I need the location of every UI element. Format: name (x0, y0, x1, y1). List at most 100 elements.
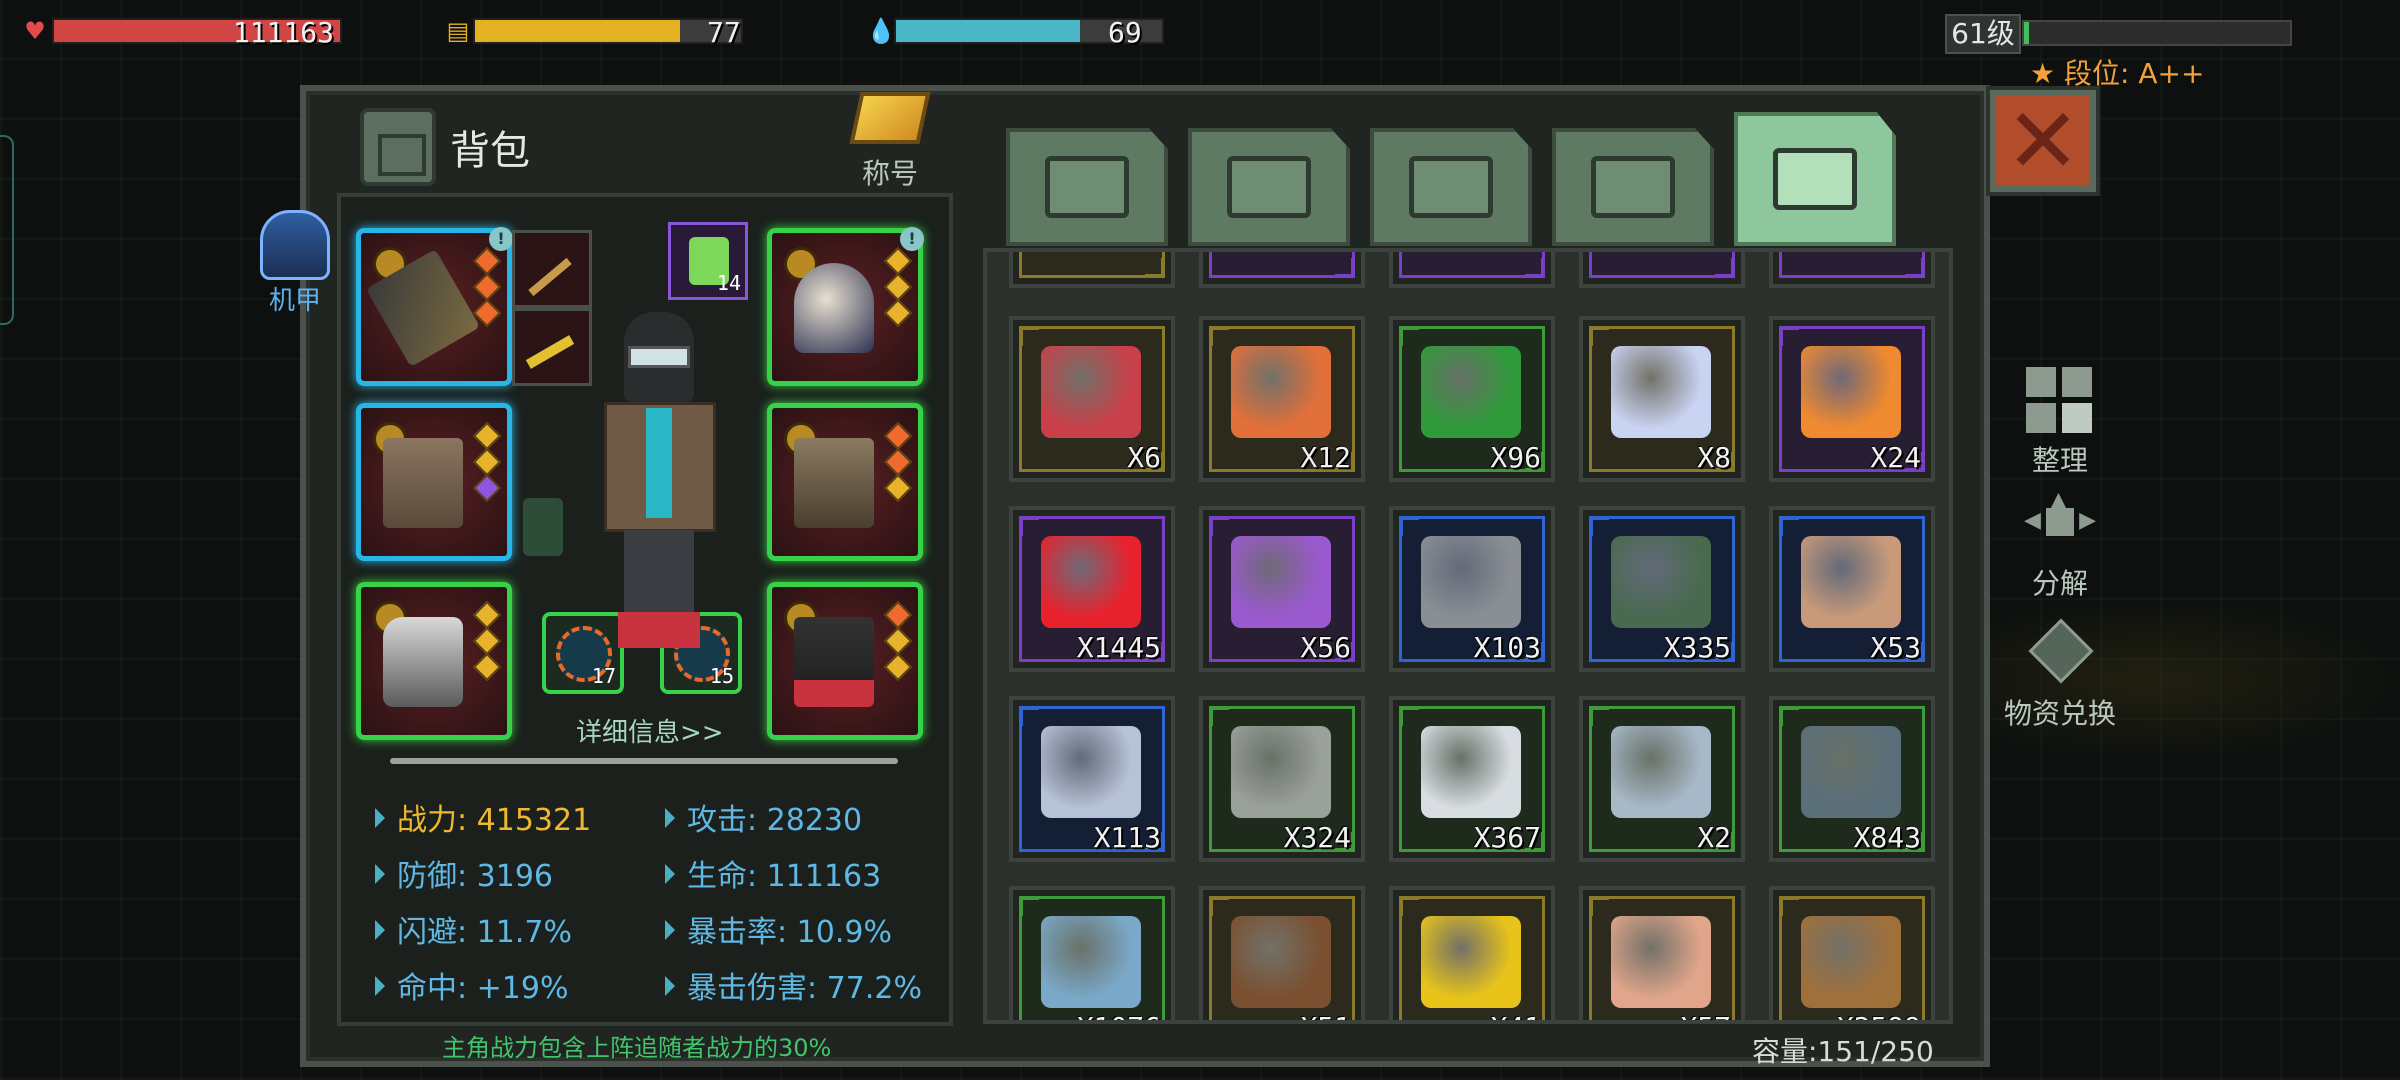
item-quantity: X41 (1490, 1011, 1541, 1020)
inventory-slot-partial[interactable] (1009, 252, 1175, 288)
inventory-slot[interactable]: X56 (1199, 506, 1365, 672)
inventory-slot-partial[interactable] (1579, 252, 1745, 288)
left-drawer-tab[interactable] (0, 135, 14, 325)
item-quantity: X53 (1870, 631, 1921, 664)
tab-backpack[interactable] (1006, 128, 1168, 246)
sub-weapon-slot-2[interactable] (512, 308, 592, 386)
capacity-label: 容量:151/250 (1752, 1035, 1934, 1068)
medkit-icon (1227, 156, 1311, 218)
inventory-slot[interactable]: X1076 (1009, 886, 1175, 1020)
item-quantity: X335 (1663, 631, 1731, 664)
tab-armor[interactable] (1370, 128, 1532, 246)
sort-button[interactable]: 整理 (2000, 365, 2120, 479)
tab-weapons[interactable] (1552, 128, 1714, 246)
adhesive-icon (1041, 726, 1141, 818)
tab-materials[interactable] (1734, 112, 1896, 246)
stat-defense: 防御: 3196 (375, 851, 553, 895)
gem-sockets (472, 421, 502, 503)
level-badge: 61级 (1945, 14, 2021, 54)
equip-slot-pants[interactable] (767, 582, 923, 740)
backpack-icon (360, 108, 436, 186)
inventory-slot[interactable]: X12 (1199, 316, 1365, 482)
inventory-slot[interactable]: X3599 (1769, 886, 1935, 1020)
close-button[interactable]: ✕ (1986, 86, 2100, 196)
device-icon (1041, 346, 1141, 438)
item-quantity: X3599 (1837, 1011, 1921, 1020)
stat-crit-damage: 暴击伤害: 77.2% (665, 963, 922, 1007)
accessory-count-1: 17 (591, 664, 616, 688)
detail-info-link[interactable]: 详细信息>> (576, 712, 724, 749)
oil-can-icon (1421, 916, 1521, 1008)
inventory-slot[interactable]: X51 (1199, 886, 1365, 1020)
sub-weapon-slot-1[interactable] (512, 230, 592, 308)
candy-icon (1801, 346, 1901, 438)
wrench-icon (1773, 148, 1857, 210)
gadget-slot[interactable]: 14 (668, 222, 748, 300)
gem-sockets (883, 246, 913, 328)
inventory-slot[interactable]: X843 (1769, 696, 1935, 862)
item-quantity: X113 (1093, 821, 1161, 854)
inventory-slot[interactable]: X113 (1009, 696, 1175, 862)
item-quantity: X51 (1300, 1011, 1351, 1020)
item-quantity: X6 (1127, 441, 1161, 474)
inventory-slot-partial[interactable] (1389, 252, 1555, 288)
item-quantity: X56 (1300, 631, 1351, 664)
item-quantity: X843 (1853, 821, 1921, 854)
equip-slot-vest[interactable] (356, 403, 512, 561)
item-quantity: X12 (1300, 441, 1351, 474)
inventory-slot[interactable]: X53 (1769, 506, 1935, 672)
inventory-slot[interactable]: X367 (1389, 696, 1555, 862)
wood-icon (1801, 916, 1901, 1008)
inventory-slot[interactable]: X24 (1769, 316, 1935, 482)
water-fill (896, 20, 1080, 42)
inventory-slot[interactable]: X335 (1579, 506, 1745, 672)
tab-medical[interactable] (1188, 128, 1350, 246)
gem-sockets (472, 246, 502, 328)
equip-slot-weapon[interactable]: ! (356, 227, 513, 386)
inventory-slot-partial[interactable] (1199, 252, 1365, 288)
stat-power: 战力: 415321 (375, 795, 591, 839)
inventory-slot[interactable]: X1445 (1009, 506, 1175, 672)
cloth-icon (1041, 916, 1141, 1008)
rank-text: 段位: A++ (2064, 57, 2205, 90)
inventory-grid[interactable]: X6 X12 X96 X8 X24 X1445 X56 X103 X335 X53 X113 X324… (983, 248, 1953, 1024)
item-quantity: X8 (1697, 441, 1731, 474)
equip-slot-helmet[interactable]: ! (767, 227, 924, 386)
water-value: 69 (1108, 16, 1142, 49)
close-icon: ✕ (2005, 88, 2081, 194)
inventory-slot[interactable]: X2 (1579, 696, 1745, 862)
gem-sockets (472, 600, 502, 682)
inventory-slot[interactable]: X324 (1199, 696, 1365, 862)
title-badge-button[interactable]: 称号 (840, 92, 940, 192)
inventory-slot[interactable]: X57 (1579, 886, 1745, 1020)
title-badge-label: 称号 (861, 157, 918, 190)
inventory-slot[interactable]: X6 (1009, 316, 1175, 482)
star-icon: ★ (2030, 57, 2056, 90)
equip-slot-shoes[interactable] (356, 582, 512, 740)
item-quantity: X103 (1473, 631, 1541, 664)
mech-button[interactable]: 机甲 (250, 210, 340, 320)
gem-sockets (883, 600, 913, 682)
pants-icon (794, 617, 874, 707)
bolt-icon (1231, 726, 1331, 818)
inventory-slot[interactable]: X96 (1389, 316, 1555, 482)
inventory-slot[interactable]: X103 (1389, 506, 1555, 672)
exchange-button[interactable]: 物资兑换 (1990, 618, 2130, 732)
power-footnote: 主角战力包含上阵追随者战力的30% (442, 1034, 832, 1062)
inventory-slot[interactable]: X41 (1389, 886, 1555, 1020)
crystal-icon (1611, 346, 1711, 438)
accessory-count-2: 15 (709, 664, 734, 688)
decompose-button[interactable]: ▲ ◀ ▶ 分解 (2000, 488, 2120, 602)
xp-fill (2024, 22, 2030, 44)
gadget-count: 14 (716, 271, 741, 295)
jacket-icon (794, 438, 874, 528)
water-bar: 💧 69 (866, 16, 1166, 49)
water-drop-icon: 💧 (866, 17, 896, 45)
sort-label: 整理 (2031, 444, 2088, 477)
character-avatar (590, 312, 730, 652)
item-quantity: X2 (1697, 821, 1731, 854)
inventory-slot[interactable]: X8 (1579, 316, 1745, 482)
inventory-slot-partial[interactable] (1769, 252, 1935, 288)
equip-slot-jacket[interactable] (767, 403, 923, 561)
item-quantity: X1076 (1077, 1011, 1161, 1020)
